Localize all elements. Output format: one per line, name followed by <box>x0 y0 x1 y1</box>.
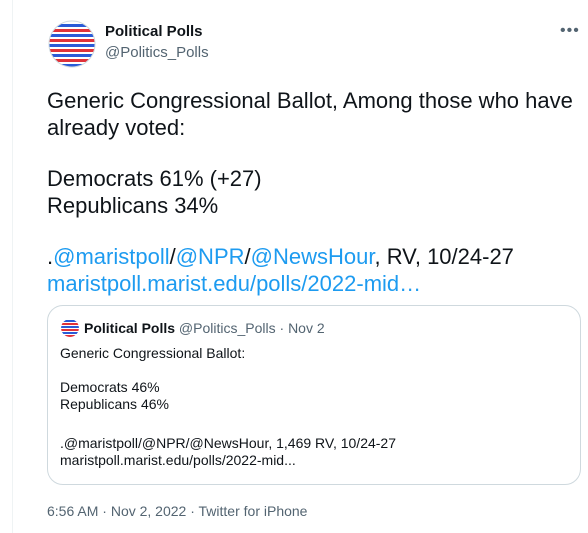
quoted-avatar[interactable] <box>61 319 79 337</box>
quoted-author-handle: @Politics_Polls <box>178 320 276 336</box>
quoted-tweet[interactable]: Political Polls @Politics_Polls · Nov 2 … <box>47 305 581 485</box>
tweet-line: Generic Congressional Ballot, Among thos… <box>47 88 573 113</box>
tweet-time[interactable]: 6:56 AM <box>47 503 98 519</box>
tweet-client: Twitter for iPhone <box>198 503 308 519</box>
tweet-url-link[interactable]: maristpoll.marist.edu/polls/2022-mid… <box>47 270 421 297</box>
author-handle[interactable]: @Politics_Polls <box>105 44 209 61</box>
tweet-line: already voted: <box>47 115 186 140</box>
quoted-date: Nov 2 <box>288 320 325 336</box>
more-icon[interactable]: ••• <box>560 22 580 40</box>
separator: · <box>275 320 289 336</box>
author-name[interactable]: Political Polls <box>105 23 203 40</box>
timeline-border <box>12 0 13 533</box>
mention-npr[interactable]: @NPR <box>176 244 245 269</box>
quoted-republicans: Republicans 46% <box>60 396 169 412</box>
quoted-header: Political Polls @Politics_Polls · Nov 2 <box>84 320 325 336</box>
separator: · <box>98 503 111 519</box>
separator: · <box>186 503 199 519</box>
mention-maristpoll[interactable]: @maristpoll <box>53 244 169 269</box>
source-suffix: , RV, 10/24-27 <box>374 244 514 269</box>
quoted-author-name: Political Polls <box>84 320 176 336</box>
mention-newshour[interactable]: @NewsHour <box>251 244 375 269</box>
avatar[interactable] <box>48 20 96 68</box>
political-polls-logo <box>61 320 79 337</box>
tweet-source-line: .@maristpoll/@NPR/@NewsHour, RV, 10/24-2… <box>47 243 514 270</box>
quoted-line: Generic Congressional Ballot: <box>60 345 246 361</box>
quoted-democrats: Democrats 46% <box>60 379 160 395</box>
political-polls-logo <box>48 20 96 68</box>
tweet: Political Polls @Politics_Polls ••• Gene… <box>0 0 588 533</box>
tweet-republicans: Republicans 34% <box>47 193 219 218</box>
tweet-date[interactable]: Nov 2, 2022 <box>111 503 187 519</box>
quoted-url: maristpoll.marist.edu/polls/2022-mid... <box>60 452 296 468</box>
tweet-timestamp: 6:56 AM · Nov 2, 2022 · Twitter for iPho… <box>47 503 307 519</box>
quoted-source: .@maristpoll/@NPR/@NewsHour, 1,469 RV, 1… <box>60 435 397 451</box>
tweet-democrats: Democrats 61% (+27) <box>47 166 262 191</box>
